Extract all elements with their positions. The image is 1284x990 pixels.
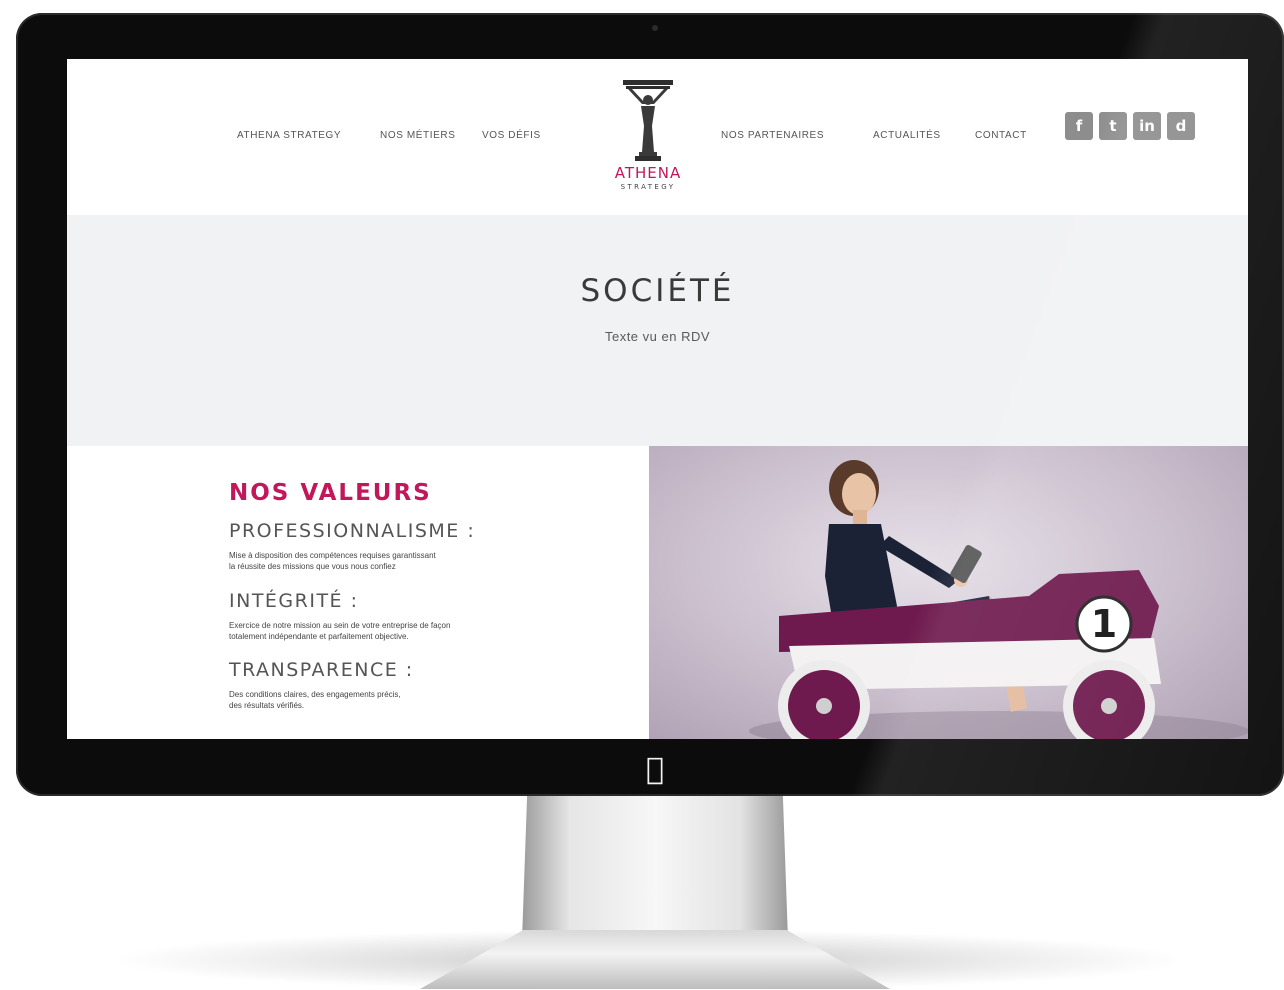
value-text-transparence-2: des résultats vérifiés. xyxy=(229,701,305,710)
page-subtitle: Texte vu en RDV xyxy=(604,329,711,344)
value-text-professionnalisme-1: Mise à disposition des compétences requi… xyxy=(229,551,436,560)
monitor-stand xyxy=(522,790,788,940)
nav-vos-defis[interactable]: VOS DÉFIS xyxy=(482,130,541,141)
values-title: NOS VALEURS xyxy=(229,480,432,506)
page-title: SOCIÉTÉ xyxy=(580,273,735,309)
camera-icon xyxy=(652,25,658,31)
pedal-car-illustration xyxy=(749,460,1248,739)
viadeo-icon[interactable]: d xyxy=(1167,112,1195,140)
value-heading-integrite: INTÉGRITÉ : xyxy=(229,590,359,612)
linkedin-icon[interactable]: in xyxy=(1133,112,1161,140)
nav-athena-strategy[interactable]: ATHENA STRATEGY xyxy=(237,130,341,141)
hero-section: SOCIÉTÉ Texte vu en RDV xyxy=(67,215,1248,446)
twitter-icon[interactable]: t xyxy=(1099,112,1127,140)
value-heading-professionnalisme: PROFESSIONNALISME : xyxy=(229,520,476,542)
nav-nos-partenaires[interactable]: NOS PARTENAIRES xyxy=(721,130,824,141)
value-heading-transparence: TRANSPARENCE : xyxy=(229,659,414,681)
logo-wordmark: ATHENA xyxy=(614,164,682,182)
values-section: NOS VALEURS PROFESSIONNALISME : Mise à d… xyxy=(67,446,649,739)
linkedin-glyph: in xyxy=(1139,117,1155,135)
car-number: 1 xyxy=(1090,602,1118,646)
viadeo-glyph: d xyxy=(1175,117,1187,135)
nav-contact[interactable]: CONTACT xyxy=(975,130,1027,141)
value-text-integrite-2: totalement indépendante et parfaitement … xyxy=(229,632,409,641)
value-text-professionnalisme-2: la réussite des missions que vous nous c… xyxy=(229,562,396,571)
nav-actualites[interactable]: ACTUALITÉS xyxy=(873,130,941,141)
athena-statue-icon xyxy=(623,80,673,161)
facebook-icon[interactable]: f xyxy=(1065,112,1093,140)
website-screen: ATHENA STRATEGY NOS MÉTIERS VOS DÉFIS AT… xyxy=(67,59,1248,739)
site-header: ATHENA STRATEGY NOS MÉTIERS VOS DÉFIS AT… xyxy=(67,59,1248,215)
apple-logo-icon:  xyxy=(640,752,670,788)
hero-photo-woman-in-pedal-car: 1 xyxy=(649,446,1248,739)
athena-strategy-logo[interactable]: ATHENA STRATEGY xyxy=(588,74,708,199)
nav-nos-metiers[interactable]: NOS MÉTIERS xyxy=(380,130,456,141)
value-text-integrite-1: Exercice de notre mission au sein de vot… xyxy=(229,621,451,630)
value-text-transparence-1: Des conditions claires, des engagements … xyxy=(229,690,401,699)
logo-subtitle: STRATEGY xyxy=(620,183,676,191)
twitter-glyph: t xyxy=(1109,117,1117,135)
facebook-glyph: f xyxy=(1075,117,1083,135)
